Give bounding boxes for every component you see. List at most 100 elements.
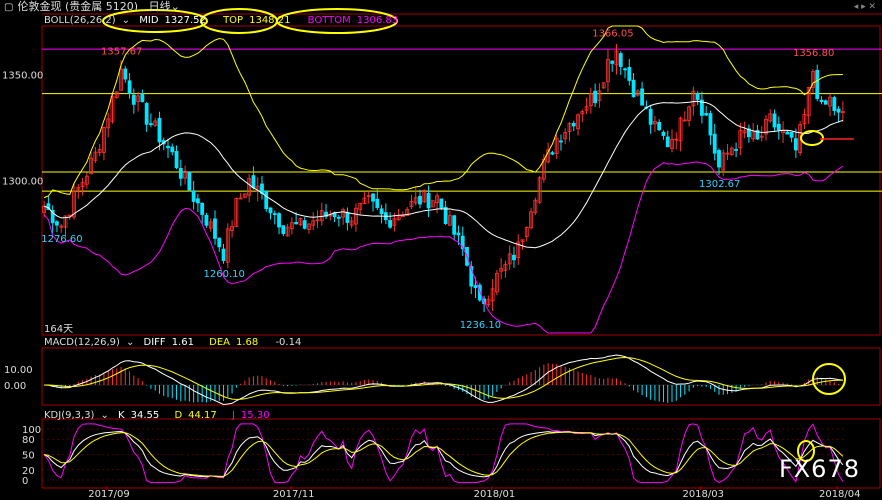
candle-down <box>456 232 461 236</box>
candle-down <box>127 80 132 94</box>
kdj-k-value: 34.55 <box>130 410 160 421</box>
price-highlight <box>800 130 824 146</box>
macd-tick-label: 0.00 <box>4 381 26 392</box>
x-tick-label: 2018/03 <box>682 489 724 500</box>
candle-down <box>815 69 820 99</box>
candle-down <box>379 208 384 215</box>
horizontal-levels <box>42 48 882 192</box>
candle-down <box>772 113 777 128</box>
candle-down <box>123 68 128 80</box>
menu-icon[interactable]: ▢ <box>4 1 14 15</box>
candle-down <box>272 213 277 215</box>
candle-down <box>131 94 136 105</box>
window-title-bar: ▢ 伦敦金现 (贵金属 5120) 日线⌄ <box>0 0 180 14</box>
x-tick-label: 2018/04 <box>819 489 861 500</box>
macd-diff-line <box>44 354 843 406</box>
candle-down <box>657 122 662 131</box>
candle-down <box>832 97 837 111</box>
instrument-title: 伦敦金现 (贵金属 5120) <box>17 0 139 13</box>
candle-down <box>704 113 709 116</box>
candle-down <box>251 175 256 189</box>
kdj-j-value: 15.30 <box>240 410 270 421</box>
window-controls[interactable]: ◂ ▸ ✕ <box>854 2 876 12</box>
candle-down <box>336 216 341 219</box>
macd-diff-value: 1.61 <box>171 337 194 348</box>
boll-top-value: 1348.21 <box>249 15 291 26</box>
candle-down <box>426 193 431 209</box>
candle-down <box>631 79 636 98</box>
candle-down <box>140 93 145 103</box>
candle-down <box>627 67 632 81</box>
candle-down <box>204 215 209 226</box>
candle-down <box>268 207 273 214</box>
candle-down <box>443 206 448 225</box>
boll-label[interactable]: BOLL(26,26,2) <box>44 15 116 26</box>
period-selector[interactable]: 日线⌄ <box>142 0 180 13</box>
candle-down <box>149 123 153 126</box>
candle-down <box>648 108 653 125</box>
candle-down <box>836 108 841 113</box>
candle-down <box>734 148 738 151</box>
candle-down <box>191 190 196 202</box>
candle-down <box>200 202 205 215</box>
macd-dea-value: 1.68 <box>236 337 259 348</box>
boll-bottom-value: 1306.83 <box>356 15 399 26</box>
price-annotations: 1357.67 1276.60 1260.10 1236.10 1366.05 1302.… <box>41 29 834 331</box>
candle-down <box>550 152 555 155</box>
candle-down <box>776 123 781 131</box>
candle-down <box>213 218 217 239</box>
chevron-down-icon[interactable]: ⌄ <box>126 337 134 348</box>
x-tick-label: 2017/09 <box>88 489 130 500</box>
candle-down <box>187 171 192 191</box>
fx678-watermark: FX678 <box>778 455 860 483</box>
candle-down <box>302 220 307 229</box>
candle-down <box>281 225 286 235</box>
candle-down <box>217 237 222 248</box>
price-annotation: 1356.80 <box>793 48 834 59</box>
panel-frame <box>41 25 881 336</box>
candle-down <box>375 198 380 208</box>
price-annotation: 1276.60 <box>41 234 82 245</box>
candle-down <box>793 138 798 151</box>
price-annotation: 1302.67 <box>699 179 740 190</box>
macd-tick-label: 10.00 <box>4 365 33 376</box>
candle-down <box>170 146 175 153</box>
macd-dea-label: DEA <box>209 337 230 348</box>
candle-down <box>665 136 670 148</box>
chart-canvas: 1350.00 1300.00 1357.67 1276.60 1260.10 1236… <box>2 8 882 500</box>
candle-down <box>623 68 627 71</box>
candle-down <box>559 140 563 143</box>
candle-down <box>571 122 576 127</box>
candle-down <box>388 220 393 228</box>
candle-down <box>178 168 183 179</box>
candle-down <box>418 195 422 205</box>
candle-down <box>823 100 828 105</box>
candle-down <box>157 117 162 143</box>
boll-mid-label: MID <box>139 15 159 26</box>
kdj-d-value: 44.17 <box>188 410 217 421</box>
candle-down <box>452 215 457 235</box>
candle-down <box>610 60 615 64</box>
candle-down <box>144 103 149 125</box>
price-tick-label: 1300.00 <box>2 177 43 188</box>
macd-label[interactable]: MACD(12,26,9) <box>44 337 120 348</box>
candle-down <box>618 53 623 67</box>
candle-down <box>785 131 790 135</box>
price-tick-label: 1350.00 <box>2 71 43 82</box>
kdj-label[interactable]: KDJ(9,3,3) <box>44 410 94 421</box>
kdj-tick-label: 50 <box>22 451 35 462</box>
candle-down <box>166 145 170 149</box>
price-axis: 1350.00 1300.00 <box>2 71 43 188</box>
x-tick-label: 2017/11 <box>273 489 315 500</box>
chevron-down-icon[interactable]: ⌄ <box>122 15 130 26</box>
candle-down <box>819 99 824 102</box>
boll-indicator-bar: BOLL(26,26,2) ⌄ MID 1327.52 TOP 1348.21 BOT… <box>44 14 404 28</box>
kdj-panel: 1008050200 <box>22 423 845 487</box>
chevron-down-icon[interactable]: ⌄ <box>100 410 108 421</box>
kdj-tick-label: 80 <box>22 435 35 446</box>
candle-down <box>264 190 269 210</box>
candle-down <box>294 222 299 225</box>
candle-down <box>512 254 516 261</box>
candle-down <box>221 248 226 261</box>
macd-value: -0.14 <box>275 337 302 348</box>
